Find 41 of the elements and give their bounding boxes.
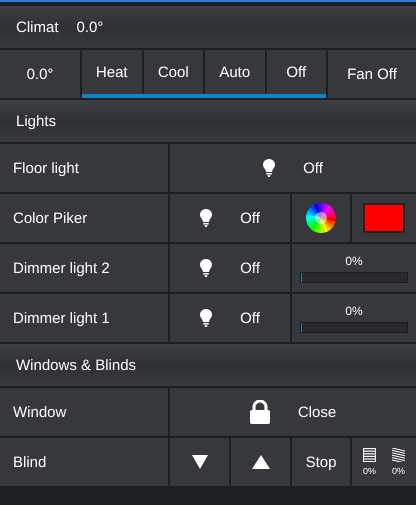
row-label: Window [13, 404, 66, 420]
row-label: Floor light [13, 160, 79, 176]
color-wheel-icon[interactable] [306, 203, 336, 233]
toggle-button[interactable]: Off [170, 244, 290, 292]
header-title: Climat [16, 18, 59, 36]
toggle-button[interactable]: Close [170, 388, 416, 436]
lightbulb-icon [263, 159, 276, 177]
row-label: Color Piker [13, 210, 88, 226]
lock-icon [250, 400, 270, 424]
lightbulb-icon [200, 209, 212, 227]
dimmer-slider[interactable] [300, 272, 408, 282]
up-button[interactable] [231, 438, 290, 486]
fan-button[interactable]: Fan Off [328, 50, 416, 98]
toggle-button[interactable]: Off [170, 294, 290, 342]
toggle-button[interactable]: Off [170, 144, 416, 192]
down-button[interactable] [170, 438, 229, 486]
row-label: Dimmer light 1 [13, 310, 110, 326]
header-title: Lights [16, 112, 56, 130]
stop-button[interactable]: Stop [292, 438, 350, 486]
mode-tab[interactable]: Auto [205, 50, 264, 94]
header-title: Windows & Blinds [16, 356, 136, 374]
row-label: Dimmer light 2 [13, 260, 110, 276]
lightbulb-icon [200, 309, 212, 327]
blind-icon [362, 448, 376, 462]
up-triangle-icon [252, 455, 270, 469]
setpoint-value: 0.0° [26, 66, 54, 82]
slider-reading: 0% [345, 254, 363, 268]
dimmer-slider[interactable] [300, 322, 408, 332]
toggle-button[interactable]: Off [170, 194, 290, 242]
header-value: 0.0° [76, 18, 104, 36]
row-label: Blind [13, 454, 46, 470]
color-swatch[interactable] [363, 203, 405, 233]
slat-reading: 0% [392, 466, 406, 476]
slats-icon [392, 448, 405, 462]
mode-tab[interactable]: Heat [82, 50, 142, 94]
down-triangle-icon [192, 455, 208, 469]
position-reading: 0% [362, 466, 376, 476]
slider-reading: 0% [345, 304, 363, 318]
mode-tab[interactable]: Cool [144, 50, 203, 94]
mode-tab[interactable]: Off [266, 50, 326, 94]
lightbulb-icon [200, 259, 212, 277]
